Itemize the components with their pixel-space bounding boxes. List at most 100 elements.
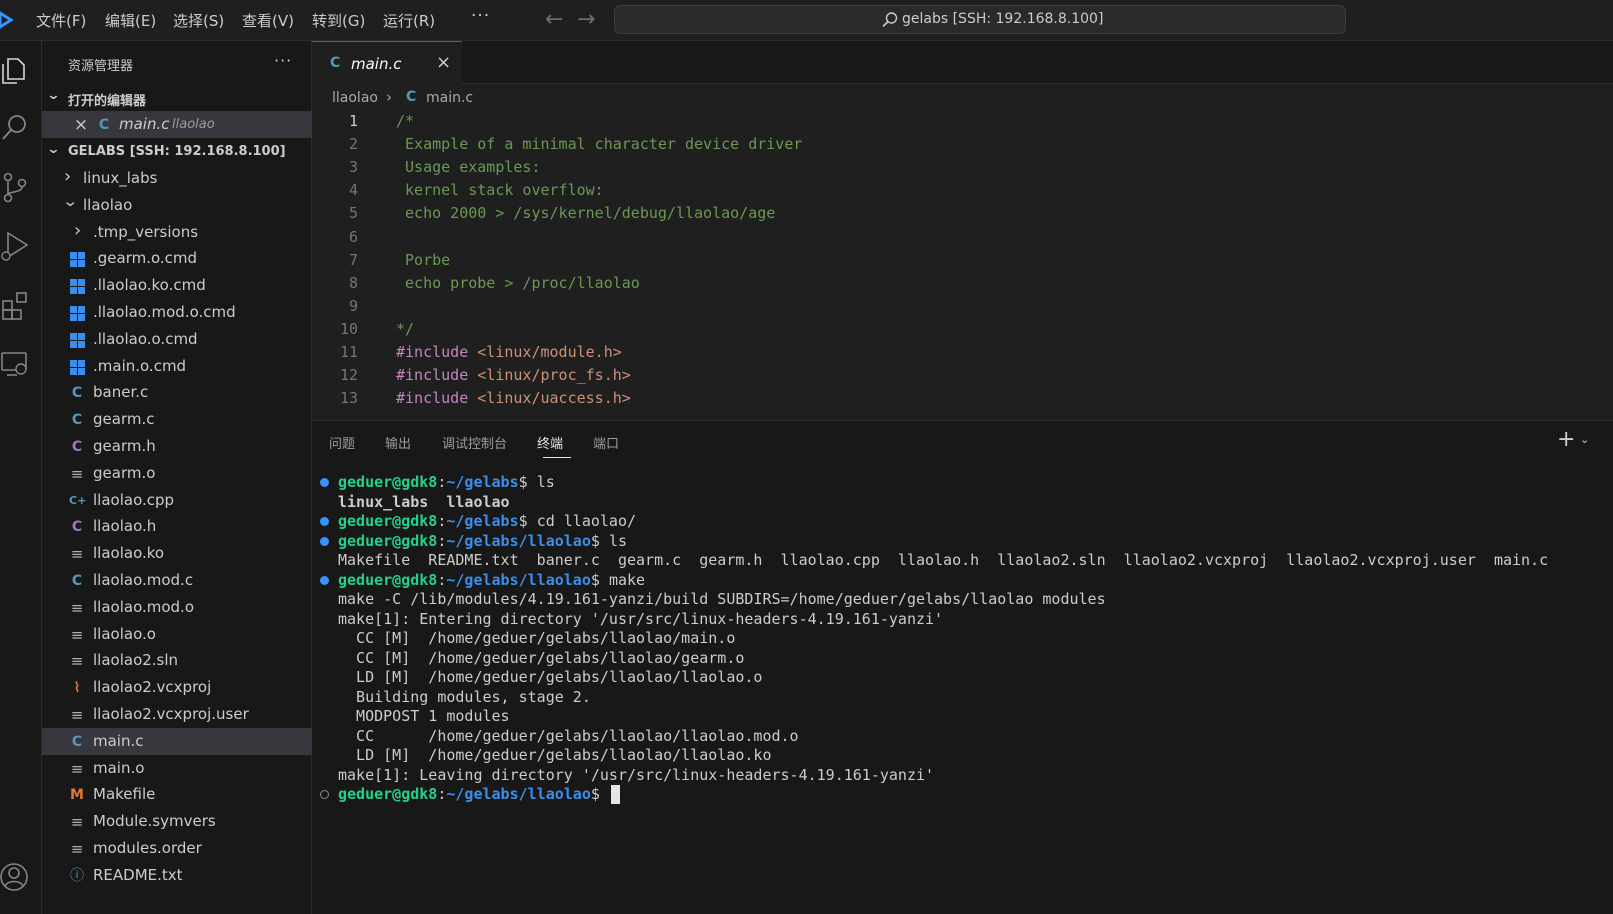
tree-item[interactable]: ≡ gearm.o <box>42 460 312 487</box>
explorer-icon[interactable] <box>0 53 34 87</box>
tab-problems[interactable]: 问题 <box>329 433 355 452</box>
open-editors-label: 打开的编辑器 <box>68 94 147 109</box>
tree-item[interactable]: ≡ llaolao.o <box>42 621 312 648</box>
c-file-icon: C <box>406 89 417 105</box>
chevron-down-icon[interactable]: ⌄ <box>1580 433 1589 446</box>
account-icon[interactable] <box>0 859 34 893</box>
tab-terminal[interactable]: 终端 <box>537 433 563 452</box>
tree-item[interactable]: › .tmp_versions <box>42 219 312 246</box>
menu-file[interactable]: 文件(F) <box>36 10 86 31</box>
tree-item[interactable]: ≡ modules.order <box>42 835 312 862</box>
terminal-line: geduer@gdk8:~/gelabs$ ls <box>312 473 1613 493</box>
menu-edit[interactable]: 编辑(E) <box>105 10 156 31</box>
new-terminal-button[interactable]: + <box>1557 427 1575 452</box>
forward-arrow-icon[interactable]: → <box>577 7 595 32</box>
tree-item[interactable]: Cllaolao.mod.c <box>42 567 312 594</box>
tree-item[interactable]: Cgearm.h <box>42 433 312 460</box>
terminal-line: CC [M] /home/geduer/gelabs/llaolao/gearm… <box>312 649 1613 669</box>
command-decoration-icon[interactable] <box>320 517 329 526</box>
terminal-text: CC [M] /home/geduer/gelabs/llaolao/main.… <box>338 629 736 647</box>
tree-item[interactable]: ⌇ llaolao2.vcxproj <box>42 674 312 701</box>
tree-item[interactable]: ≡ llaolao2.sln <box>42 647 312 674</box>
activity-bar <box>0 41 42 914</box>
command-decoration-icon[interactable] <box>320 575 329 585</box>
line-number: 3 <box>348 158 358 177</box>
workspace-header[interactable]: ⌄ GELABS [SSH: 192.168.8.100] <box>42 139 312 165</box>
open-editor-filename: main.c <box>119 115 170 133</box>
tree-item[interactable]: .llaolao.o.cmd <box>42 326 312 353</box>
tab-debug-console[interactable]: 调试控制台 <box>442 433 507 452</box>
tab-ports[interactable]: 端口 <box>593 433 619 452</box>
tree-item[interactable]: Cmain.c <box>42 727 312 755</box>
terminal-text: geduer@gdk8:~/gelabs/llaolao$ <box>338 785 620 804</box>
tree-item[interactable]: ⓘ README.txt <box>42 862 312 889</box>
search-icon[interactable] <box>0 111 34 145</box>
breadcrumb-file[interactable]: main.c <box>426 90 473 106</box>
terminal[interactable]: geduer@gdk8:~/gelabs$ ls linux_labs llaol… <box>312 473 1613 913</box>
terminal-text: make[1]: Leaving directory '/usr/src/lin… <box>338 765 935 784</box>
tree-item[interactable]: ≡ llaolao.ko <box>42 540 312 567</box>
code-keyword: #include <box>396 389 469 408</box>
tree-item-label: .llaolao.mod.o.cmd <box>93 303 236 321</box>
tree-item[interactable]: Cbaner.c <box>42 379 312 406</box>
tree-item[interactable]: ⌄ llaolao <box>42 192 312 219</box>
open-editor-item[interactable]: × C main.c llaolao <box>42 111 312 138</box>
tree-item-label: llaolao.h <box>93 517 157 536</box>
command-center-search[interactable]: gelabs [SSH: 192.168.8.100] <box>614 5 1346 34</box>
terminal-line: Makefile README.txt baner.c gearm.c gear… <box>312 551 1613 571</box>
prompt-path: ~/gelabs <box>446 473 519 491</box>
tree-item-label: README.txt <box>93 865 183 884</box>
chevron-right-icon: › <box>74 219 82 241</box>
menu-go[interactable]: 转到(G) <box>312 10 365 31</box>
line-number: 11 <box>339 343 358 361</box>
code-text: /* <box>396 112 415 130</box>
menu-view[interactable]: 查看(V) <box>242 10 294 31</box>
open-editors-header[interactable]: ⌄ 打开的编辑器 <box>42 85 312 111</box>
back-arrow-icon[interactable]: ← <box>545 7 563 32</box>
tab-output[interactable]: 输出 <box>385 433 411 452</box>
prompt-user: geduer@gdk8 <box>338 531 438 550</box>
tree-item[interactable]: .main.o.cmd <box>42 353 312 380</box>
line-number: 13 <box>339 389 358 408</box>
breadcrumb: llaolao › C main.c <box>312 84 1613 112</box>
tree-item[interactable]: ≡ main.o <box>42 755 312 782</box>
line-number: 4 <box>348 181 358 200</box>
bottom-panel: 问题 输出 调试控制台 终端 端口 + ⌄ geduer@gdk8:~/gela… <box>312 420 1613 914</box>
tree-item[interactable]: C+ llaolao.cpp <box>42 487 312 514</box>
close-icon[interactable]: × <box>436 52 451 73</box>
tree-item[interactable]: › linux_labs <box>42 165 312 192</box>
tree-item[interactable]: .llaolao.mod.o.cmd <box>42 299 312 326</box>
tab-main-c[interactable]: C main.c × <box>312 41 462 84</box>
code-line: 6 <box>312 228 1613 251</box>
menu-run[interactable]: 运行(R) <box>383 10 435 31</box>
tree-item[interactable]: ≡ llaolao2.vcxproj.user <box>42 701 312 728</box>
tree-item[interactable]: .llaolao.ko.cmd <box>42 272 312 299</box>
sidebar-title: 资源管理器 <box>68 59 134 74</box>
tree-item[interactable]: ≡ Module.symvers <box>42 808 312 835</box>
tree-item[interactable]: Cllaolao.h <box>42 513 312 540</box>
c-file-icon: C <box>71 733 83 750</box>
run-debug-icon[interactable] <box>0 229 34 263</box>
command-decoration-icon[interactable] <box>320 790 329 799</box>
extensions-icon[interactable] <box>0 288 34 322</box>
breadcrumb-folder[interactable]: llaolao <box>332 90 378 106</box>
tree-item[interactable]: Cgearm.c <box>42 406 312 433</box>
tree-item-label: linux_labs <box>83 169 158 187</box>
tree-item-label: llaolao2.vcxproj <box>93 678 212 697</box>
code-text: echo probe > /proc/llaolao <box>396 273 640 292</box>
command-decoration-icon[interactable] <box>320 536 329 546</box>
rss-icon: ⌇ <box>73 680 81 697</box>
sidebar-more-button[interactable]: ··· <box>274 51 292 70</box>
menu-more-button[interactable]: ··· <box>471 6 490 26</box>
tree-item[interactable]: .gearm.o.cmd <box>42 245 312 272</box>
code-keyword: #include <box>396 366 469 385</box>
tree-item[interactable]: ≡ llaolao.mod.o <box>42 594 312 621</box>
source-control-icon[interactable] <box>0 171 34 205</box>
menu-selection[interactable]: 选择(S) <box>173 10 224 31</box>
tree-item[interactable]: M Makefile <box>42 781 312 808</box>
chevron-down-icon: ⌄ <box>62 191 79 210</box>
command-decoration-icon[interactable] <box>320 478 329 487</box>
remote-explorer-icon[interactable] <box>0 347 34 381</box>
code-editor[interactable]: 1 /* 2 Example of a minimal character devi… <box>312 112 1613 420</box>
close-icon[interactable]: × <box>73 116 89 134</box>
